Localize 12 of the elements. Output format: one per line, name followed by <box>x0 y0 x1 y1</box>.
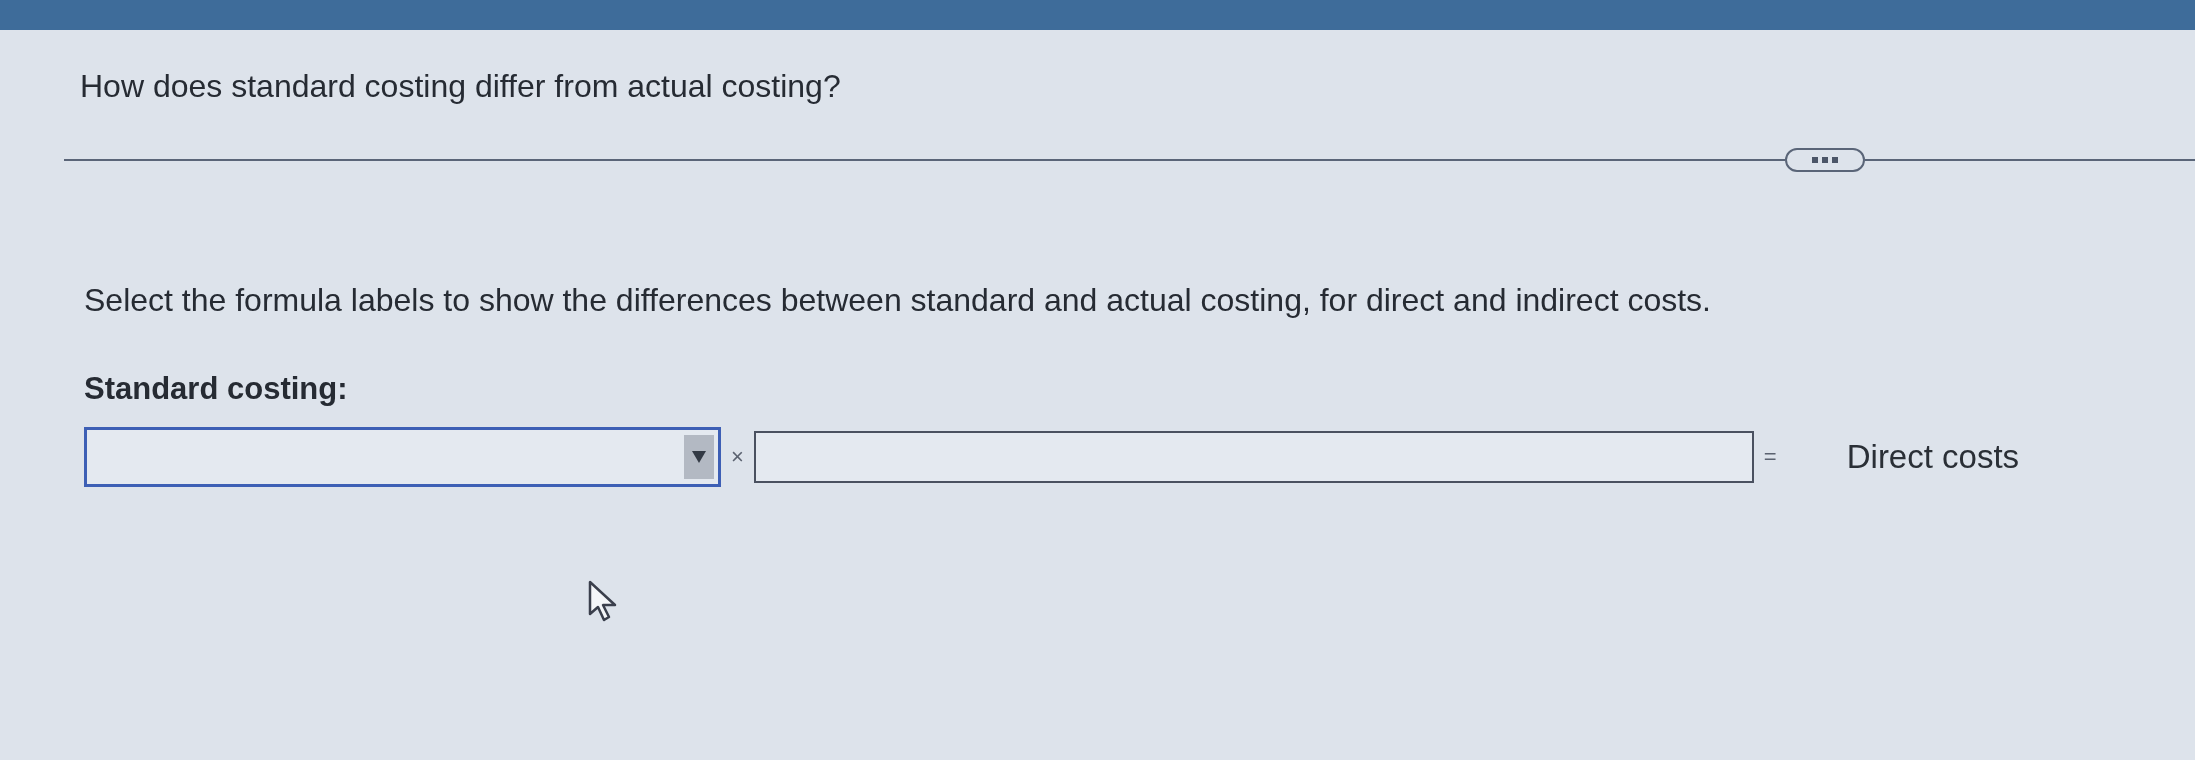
answer-box[interactable] <box>753 430 1754 483</box>
ellipsis-icon <box>1812 157 1838 163</box>
operator-sign: × <box>730 443 745 471</box>
dropdown-caret-icon[interactable] <box>684 434 714 479</box>
operator-sign: = <box>1762 443 1778 471</box>
section-label: Standard costing: <box>84 370 348 408</box>
instruction-text: Select the formula labels to show the differences between standard and actual costing, for direct and indirect costs. <box>84 281 1711 320</box>
formula-dropdown[interactable] <box>84 426 721 487</box>
formula-result-label: Direct costs <box>1846 436 2020 477</box>
question-text: How does standard costing differ from actual costing? <box>80 67 841 106</box>
mouse-pointer-icon <box>588 580 618 622</box>
more-button[interactable] <box>1785 148 1865 172</box>
